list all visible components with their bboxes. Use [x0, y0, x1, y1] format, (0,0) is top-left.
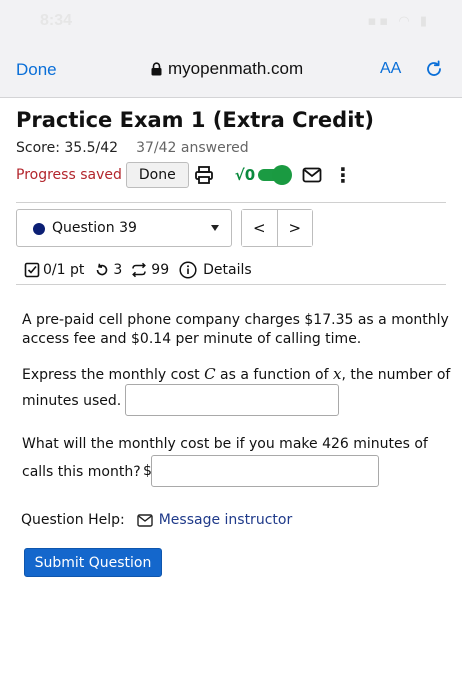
- previous-question-button[interactable]: <: [242, 210, 277, 246]
- url-text: myopenmath.com: [168, 59, 304, 78]
- question-meta: 0/1 pt 3 99 Details: [24, 259, 252, 281]
- status-time: 8:34: [40, 12, 73, 29]
- browser-done-button[interactable]: Done: [16, 60, 57, 80]
- help-label: Question Help:: [21, 512, 125, 528]
- message-instructor-label: Message instructor: [158, 512, 293, 528]
- page-title: Practice Exam 1 (Extra Credit): [16, 108, 375, 132]
- score-text: Score: 35.5/42: [16, 140, 119, 156]
- done-button[interactable]: Done: [125, 162, 189, 188]
- printer-icon[interactable]: [192, 162, 216, 188]
- part1-text: as a function of: [215, 367, 333, 383]
- envelope-icon[interactable]: [300, 162, 324, 188]
- details-toggle[interactable]: Details: [179, 261, 252, 279]
- divider: [16, 284, 446, 285]
- details-label: Details: [203, 262, 252, 278]
- message-instructor-link[interactable]: Message instructor: [137, 512, 293, 528]
- toggle-knob: [272, 165, 292, 185]
- progress-status: Progress saved: [16, 167, 122, 183]
- question-part-2-line-2: calls this month?: [22, 464, 141, 480]
- part1-text: Express the monthly cost: [22, 367, 205, 383]
- attempts-icon: [130, 262, 148, 278]
- info-icon: [179, 261, 197, 279]
- attempts-count: 99: [151, 262, 170, 278]
- question-intro: A pre-paid cell phone company charges $1…: [22, 311, 449, 349]
- reload-icon[interactable]: [424, 59, 444, 79]
- part1-text: , the number of: [341, 367, 451, 383]
- score-line: Score: 35.5/42 37/42 answered: [16, 140, 249, 156]
- variable-c: C: [204, 365, 216, 383]
- divider: [16, 202, 446, 203]
- lock-icon: [151, 62, 162, 76]
- question-help: Question Help: Message instructor: [21, 510, 292, 530]
- question-part-1: Express the monthly cost C as a function…: [22, 365, 450, 385]
- answered-count: 37/42 answered: [136, 140, 249, 156]
- signal-wifi-battery-icon: ▪▪ ◠ ▮: [367, 14, 430, 29]
- math-entry-icon[interactable]: √0: [232, 162, 258, 188]
- question-select[interactable]: Question 39: [16, 209, 232, 247]
- question-part-2: What will the monthly cost be if you mak…: [22, 436, 428, 452]
- browser-toolbar: Done myopenmath.com AA: [0, 46, 462, 98]
- cost-answer-input[interactable]: [151, 455, 379, 487]
- question-part-1-line-2: minutes used.: [22, 393, 122, 409]
- caret-down-icon: [211, 225, 219, 231]
- next-question-button[interactable]: >: [276, 210, 312, 246]
- question-nav-group: < >: [241, 209, 313, 247]
- checkbox-score-icon: [24, 262, 40, 278]
- question-status-dot: [33, 223, 45, 235]
- submit-question-button[interactable]: Submit Question: [24, 548, 162, 577]
- function-answer-input[interactable]: [125, 384, 339, 416]
- text-size-button[interactable]: AA: [380, 60, 401, 78]
- question-intro-line: access fee and $0.14 per minute of calli…: [22, 331, 362, 347]
- status-bar: 8:34 ▪▪ ◠ ▮: [0, 0, 462, 46]
- envelope-icon: [137, 513, 153, 527]
- question-intro-line: A pre-paid cell phone company charges $1…: [22, 312, 449, 328]
- toggle-track: [258, 165, 292, 185]
- question-select-label: Question 39: [52, 220, 137, 236]
- points-text: 0/1 pt: [43, 262, 85, 278]
- retry-icon: [94, 262, 110, 278]
- progress-toolbar: Progress saved Done √0 ⋮: [16, 162, 356, 188]
- address-bar[interactable]: myopenmath.com: [151, 59, 303, 79]
- math-entry-toggle[interactable]: [258, 162, 292, 188]
- more-options-icon[interactable]: ⋮: [333, 162, 353, 188]
- retries-count: 3: [113, 262, 123, 278]
